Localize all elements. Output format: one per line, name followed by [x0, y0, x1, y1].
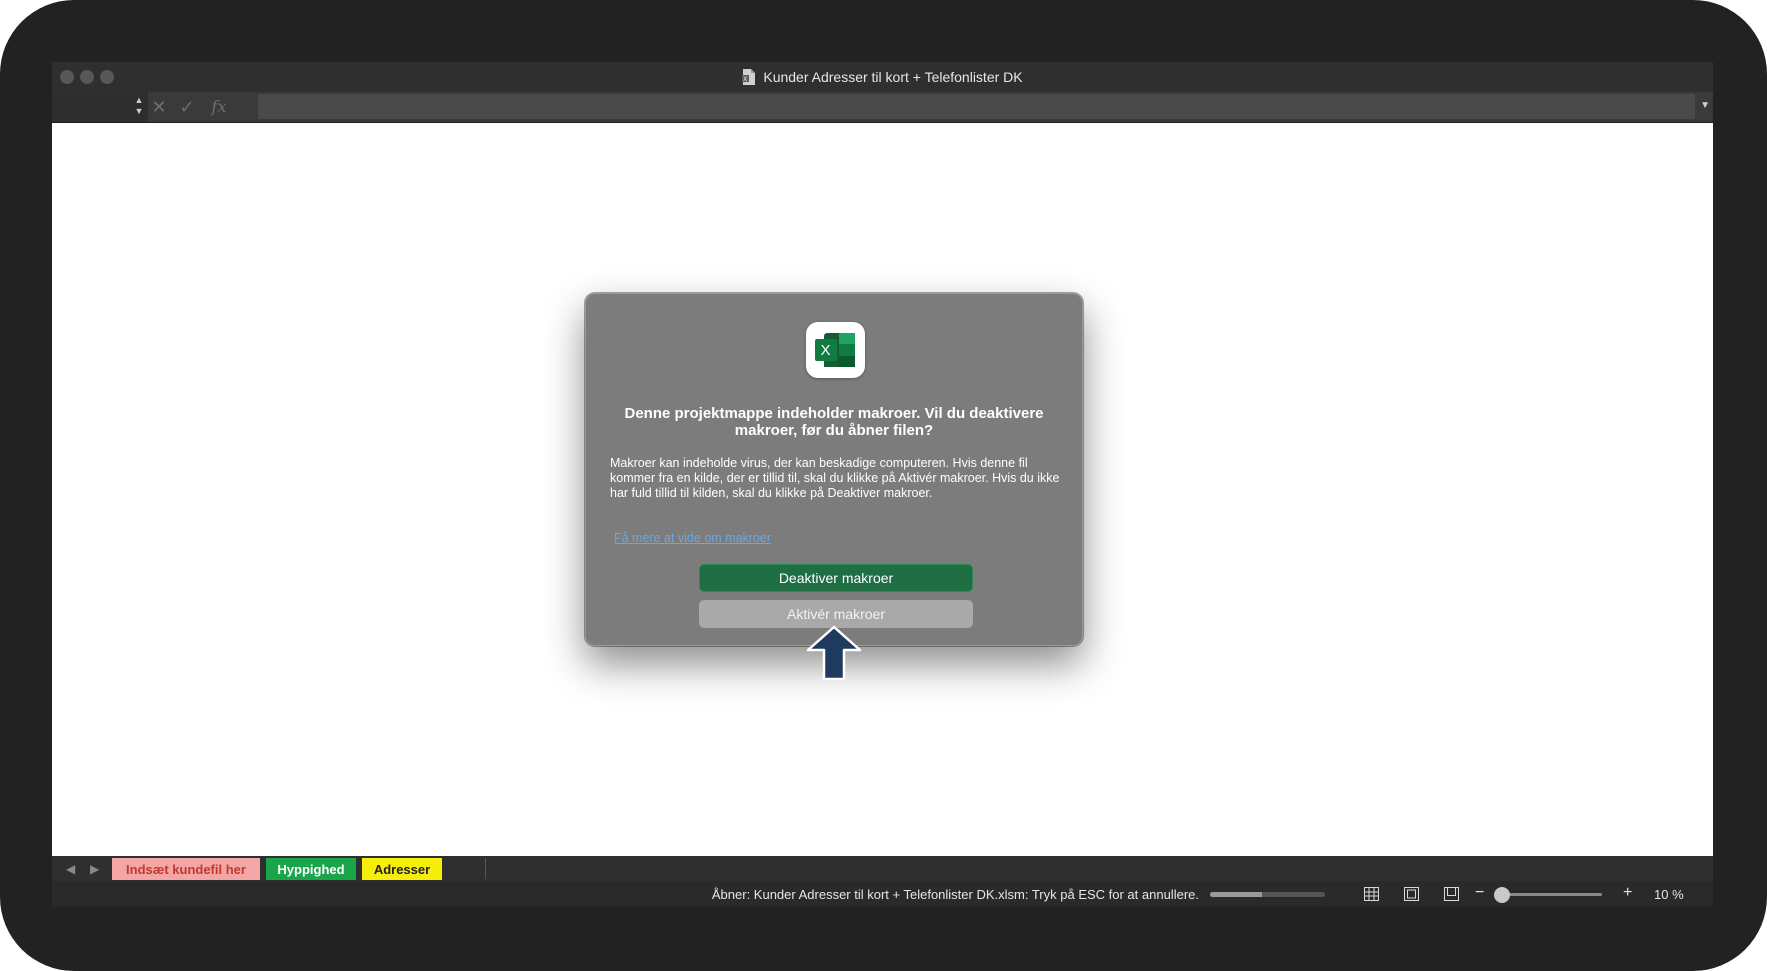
check-icon[interactable]: ✓ — [176, 96, 198, 118]
close-icon[interactable]: ✕ — [148, 96, 170, 118]
sheet-tab-hyppighed[interactable]: Hyppighed — [266, 858, 356, 880]
dialog-heading: Denne projektmappe indeholder makroer. V… — [624, 405, 1044, 439]
status-bar: Åbner: Kunder Adresser til kort + Telefo… — [52, 881, 1713, 907]
chevron-left-icon[interactable]: ◀ — [66, 862, 75, 876]
svg-text:X: X — [744, 77, 748, 83]
chevron-right-icon[interactable]: ▶ — [90, 862, 99, 876]
dialog-body: Makroer kan indeholde virus, der kan bes… — [610, 456, 1060, 500]
disable-macros-button[interactable]: Deaktiver makroer — [699, 564, 973, 592]
document-icon: X — [742, 69, 756, 85]
sheet-tab-label: Hyppighed — [277, 861, 345, 877]
chevron-down-icon[interactable]: ▼ — [1700, 100, 1710, 111]
zoom-slider[interactable] — [1494, 893, 1602, 896]
zoom-out-button[interactable]: − — [1475, 884, 1484, 902]
window-title: Kunder Adresser til kort + Telefonlister… — [763, 69, 1023, 85]
normal-view-icon[interactable] — [1364, 887, 1379, 901]
loading-progress-bar — [1210, 892, 1325, 897]
sheet-tab-bar: ◀ ▶ Indsæt kundefil her Hyppighed Adress… — [52, 856, 1713, 881]
window-title-group: X Kunder Adresser til kort + Telefonlist… — [52, 62, 1713, 92]
zoom-slider-thumb[interactable] — [1494, 887, 1510, 903]
formula-bar: ▲ ▼ ✕ ✓ fx ▼ — [52, 92, 1713, 123]
excel-logo-graphic: X — [815, 333, 855, 367]
page-break-view-icon[interactable] — [1444, 887, 1459, 901]
sheet-tab-indsaet-kundefil[interactable]: Indsæt kundefil her — [112, 858, 260, 880]
zoom-in-button[interactable]: + — [1623, 884, 1632, 902]
arrow-up-icon — [806, 625, 862, 681]
formula-input[interactable] — [258, 94, 1695, 119]
name-box-stepper[interactable]: ▲ ▼ — [132, 95, 146, 119]
learn-more-link[interactable]: Få mere at vide om makroer — [614, 531, 771, 545]
sheet-tab-label: Indsæt kundefil her — [126, 861, 246, 877]
function-icon[interactable]: fx — [206, 96, 232, 118]
status-message: Åbner: Kunder Adresser til kort + Telefo… — [711, 887, 1199, 902]
zoom-level[interactable]: 10 % — [1654, 887, 1684, 902]
title-bar: X Kunder Adresser til kort + Telefonlist… — [52, 62, 1713, 92]
excel-icon: X — [806, 322, 865, 378]
disable-macros-label: Deaktiver makroer — [778, 570, 894, 586]
macro-warning-dialog: X Denne projektmappe indeholder makroer.… — [585, 293, 1083, 646]
sheet-tab-adresser[interactable]: Adresser — [362, 858, 442, 880]
sheet-tab-label: Adresser — [373, 861, 431, 877]
enable-macros-label: Aktivér makroer — [786, 606, 886, 622]
enable-macros-button[interactable]: Aktivér makroer — [699, 600, 973, 628]
svg-text:X: X — [821, 342, 831, 359]
page-layout-view-icon[interactable] — [1404, 887, 1419, 901]
tab-divider — [485, 858, 486, 879]
progress-fill — [1210, 892, 1262, 897]
